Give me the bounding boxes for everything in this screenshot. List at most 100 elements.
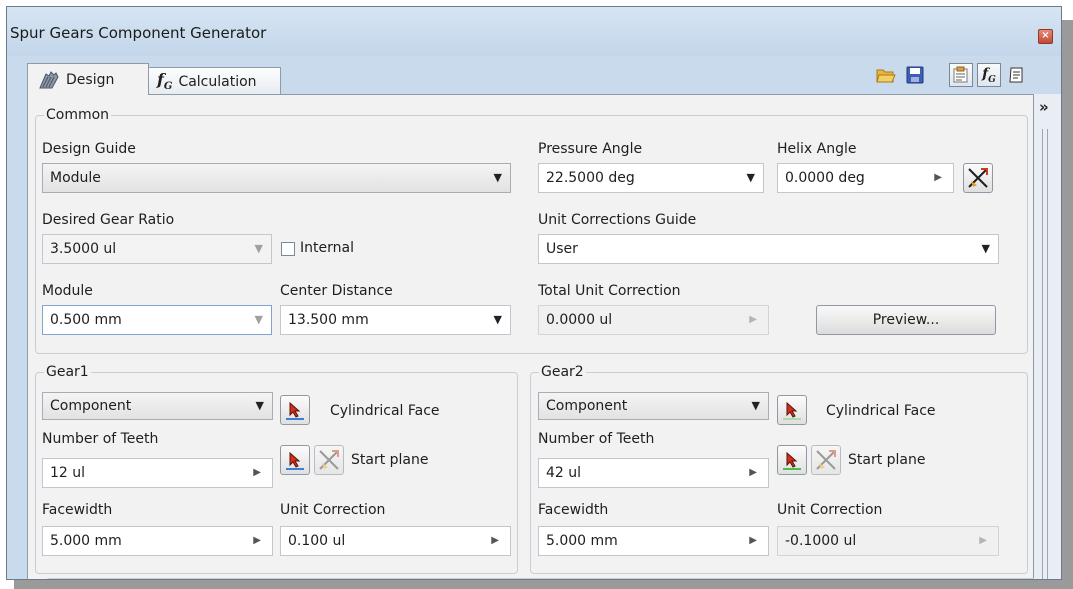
save-icon[interactable]: [903, 63, 927, 87]
properties-icon[interactable]: [949, 63, 973, 87]
preview-button[interactable]: Preview...: [816, 305, 996, 335]
gear1-unit-correction-field[interactable]: 0.100 ul ▶: [280, 526, 511, 556]
common-title: Common: [44, 107, 112, 123]
gear1-teeth-label: Number of Teeth: [42, 431, 159, 447]
unit-corrections-guide-value: User: [546, 241, 578, 257]
tab-design[interactable]: Design: [27, 63, 149, 95]
window-title: Spur Gears Component Generator: [10, 24, 267, 42]
tab-calculation-label: Calculation: [178, 73, 257, 90]
gear1-flip-plane-button[interactable]: [314, 445, 344, 475]
gear1-cylindrical-face-button[interactable]: [280, 395, 310, 425]
flip-direction-icon: [968, 168, 988, 188]
chevron-down-icon: ▼: [751, 399, 760, 412]
select-arrow-icon: [289, 402, 301, 418]
helix-angle-value: 0.0000 deg: [785, 170, 865, 186]
chevron-down-icon: ▼: [746, 171, 755, 184]
dialog-window: Spur Gears Component Generator × Design …: [6, 6, 1062, 580]
gear-teeth-icon: [38, 70, 60, 90]
unit-corrections-guide-select[interactable]: User ▼: [538, 234, 999, 264]
pressure-angle-value: 22.5000 deg: [546, 170, 635, 186]
fx-calc-icon: fG: [157, 70, 173, 93]
gear1-teeth-field[interactable]: 12 ul ▶: [42, 458, 273, 488]
side-panel-strip: »: [1034, 94, 1061, 579]
gear2-cylindrical-face-label: Cylindrical Face: [826, 403, 936, 419]
total-unit-correction-label: Total Unit Correction: [538, 283, 681, 299]
module-field[interactable]: 0.500 mm ▼: [42, 305, 272, 335]
gear2-start-plane-label: Start plane: [848, 452, 926, 468]
open-folder-icon[interactable]: [874, 63, 898, 87]
expand-arrow-icon: ▶: [253, 535, 261, 546]
pressure-angle-select[interactable]: 22.5000 deg ▼: [538, 163, 764, 193]
gear1-start-plane-select-button[interactable]: [280, 445, 310, 475]
helix-angle-field[interactable]: 0.0000 deg ▶: [777, 163, 954, 193]
gear2-teeth-field[interactable]: 42 ul ▶: [538, 458, 769, 488]
notes-icon[interactable]: [1004, 63, 1028, 87]
gear2-facewidth-label: Facewidth: [538, 502, 609, 518]
flip-direction-button[interactable]: [963, 163, 993, 193]
gear2-start-plane-select-button[interactable]: [777, 445, 807, 475]
gear2-teeth-value: 42 ul: [546, 465, 582, 481]
tab-design-label: Design: [66, 71, 115, 88]
divider: [1047, 129, 1048, 579]
expand-arrow-icon: ▶: [253, 467, 261, 478]
gear2-unit-correction-field: -0.1000 ul ▶: [777, 526, 999, 556]
gear-ratio-value: 3.5000 ul: [50, 241, 117, 257]
internal-checkbox[interactable]: [281, 242, 295, 256]
title-bar: Spur Gears Component Generator ×: [7, 7, 1061, 56]
select-arrow-icon: [786, 452, 798, 468]
gear2-teeth-label: Number of Teeth: [538, 431, 655, 447]
center-distance-select[interactable]: 13.500 mm ▼: [280, 305, 511, 335]
expand-arrow-icon: ▶: [749, 535, 757, 546]
close-button[interactable]: ×: [1038, 29, 1053, 44]
design-guide-select[interactable]: Module ▼: [42, 163, 511, 193]
design-guide-value: Module: [50, 170, 101, 186]
gear1-facewidth-label: Facewidth: [42, 502, 113, 518]
design-panel: Common Design Guide Module ▼ Pressure An…: [27, 94, 1043, 579]
pressure-angle-label: Pressure Angle: [538, 141, 643, 157]
gear1-type-select[interactable]: Component ▼: [42, 392, 273, 420]
fx-toolbar-icon[interactable]: fG: [977, 63, 1001, 87]
gear1-cylindrical-face-label: Cylindrical Face: [330, 403, 440, 419]
select-arrow-icon: [786, 402, 798, 418]
flip-direction-icon: [816, 450, 836, 470]
gear2-cylindrical-face-button[interactable]: [777, 395, 807, 425]
gear1-unit-correction-label: Unit Correction: [280, 502, 386, 518]
chevron-down-icon: ▼: [254, 313, 263, 326]
design-guide-label: Design Guide: [42, 141, 136, 157]
expand-panel-icon[interactable]: »: [1039, 98, 1049, 116]
chevron-down-icon: ▼: [493, 313, 502, 326]
gear-ratio-label: Desired Gear Ratio: [42, 212, 175, 228]
expand-arrow-icon: ▶: [749, 467, 757, 478]
gear1-unit-correction-value: 0.100 ul: [288, 533, 346, 549]
gear1-type-value: Component: [50, 398, 132, 414]
gear-ratio-field[interactable]: 3.5000 ul ▼: [42, 234, 272, 264]
module-value: 0.500 mm: [50, 312, 122, 328]
gear1-facewidth-value: 5.000 mm: [50, 533, 122, 549]
tab-calculation[interactable]: fG Calculation: [148, 67, 281, 95]
gear1-title: Gear1: [44, 364, 91, 380]
unit-corrections-guide-label: Unit Corrections Guide: [538, 212, 697, 228]
center-distance-label: Center Distance: [280, 283, 393, 299]
expand-arrow-icon: ▶: [934, 172, 942, 183]
center-distance-value: 13.500 mm: [288, 312, 369, 328]
total-unit-correction-field: 0.0000 ul ▶: [538, 305, 769, 335]
chevron-down-icon: ▼: [254, 242, 263, 255]
divider: [1042, 129, 1043, 579]
gear2-facewidth-value: 5.000 mm: [546, 533, 618, 549]
chevron-down-icon: ▼: [493, 171, 502, 184]
gear2-unit-correction-label: Unit Correction: [777, 502, 883, 518]
expand-arrow-icon: ▶: [979, 535, 987, 546]
chevron-down-icon: ▼: [981, 242, 990, 255]
gear1-start-plane-label: Start plane: [351, 452, 429, 468]
gear1-teeth-value: 12 ul: [50, 465, 86, 481]
gear2-flip-plane-button[interactable]: [811, 445, 841, 475]
total-unit-correction-value: 0.0000 ul: [546, 312, 613, 328]
select-arrow-icon: [289, 452, 301, 468]
gear1-facewidth-field[interactable]: 5.000 mm ▶: [42, 526, 273, 556]
gear2-facewidth-field[interactable]: 5.000 mm ▶: [538, 526, 769, 556]
helix-angle-label: Helix Angle: [777, 141, 857, 157]
gear2-unit-correction-value: -0.1000 ul: [785, 533, 857, 549]
gear2-type-select[interactable]: Component ▼: [538, 392, 769, 420]
internal-label: Internal: [300, 240, 354, 256]
gear2-title: Gear2: [539, 364, 586, 380]
